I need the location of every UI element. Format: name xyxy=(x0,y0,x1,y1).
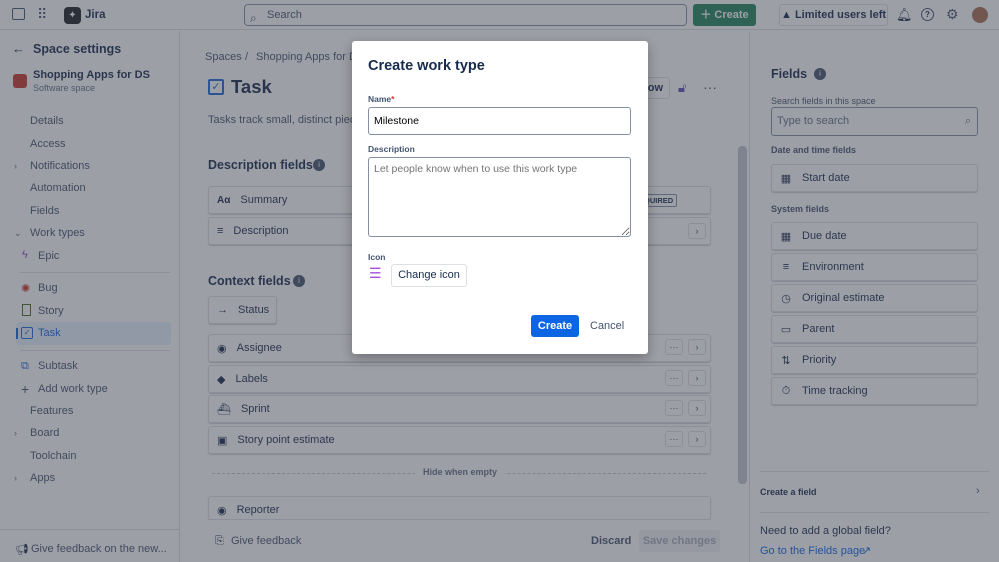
change-icon-label: Change icon xyxy=(398,269,460,281)
create-label: Create xyxy=(537,320,573,332)
required-mark: * xyxy=(391,94,395,104)
change-icon-button[interactable]: Change icon xyxy=(391,264,467,287)
dialog-title: Create work type xyxy=(368,58,485,74)
create-work-type-dialog: Create work type Name* Description Icon … xyxy=(352,41,648,354)
cancel-button[interactable]: Cancel xyxy=(590,320,624,332)
name-input[interactable] xyxy=(368,107,631,135)
description-label: Description xyxy=(368,144,415,154)
name-label: Name* xyxy=(368,94,394,104)
description-textarea[interactable] xyxy=(368,157,631,237)
create-button[interactable]: Create xyxy=(531,315,579,337)
checklist-icon: ☰ xyxy=(369,265,382,281)
name-label-text: Name xyxy=(368,94,392,104)
icon-label: Icon xyxy=(368,252,386,262)
